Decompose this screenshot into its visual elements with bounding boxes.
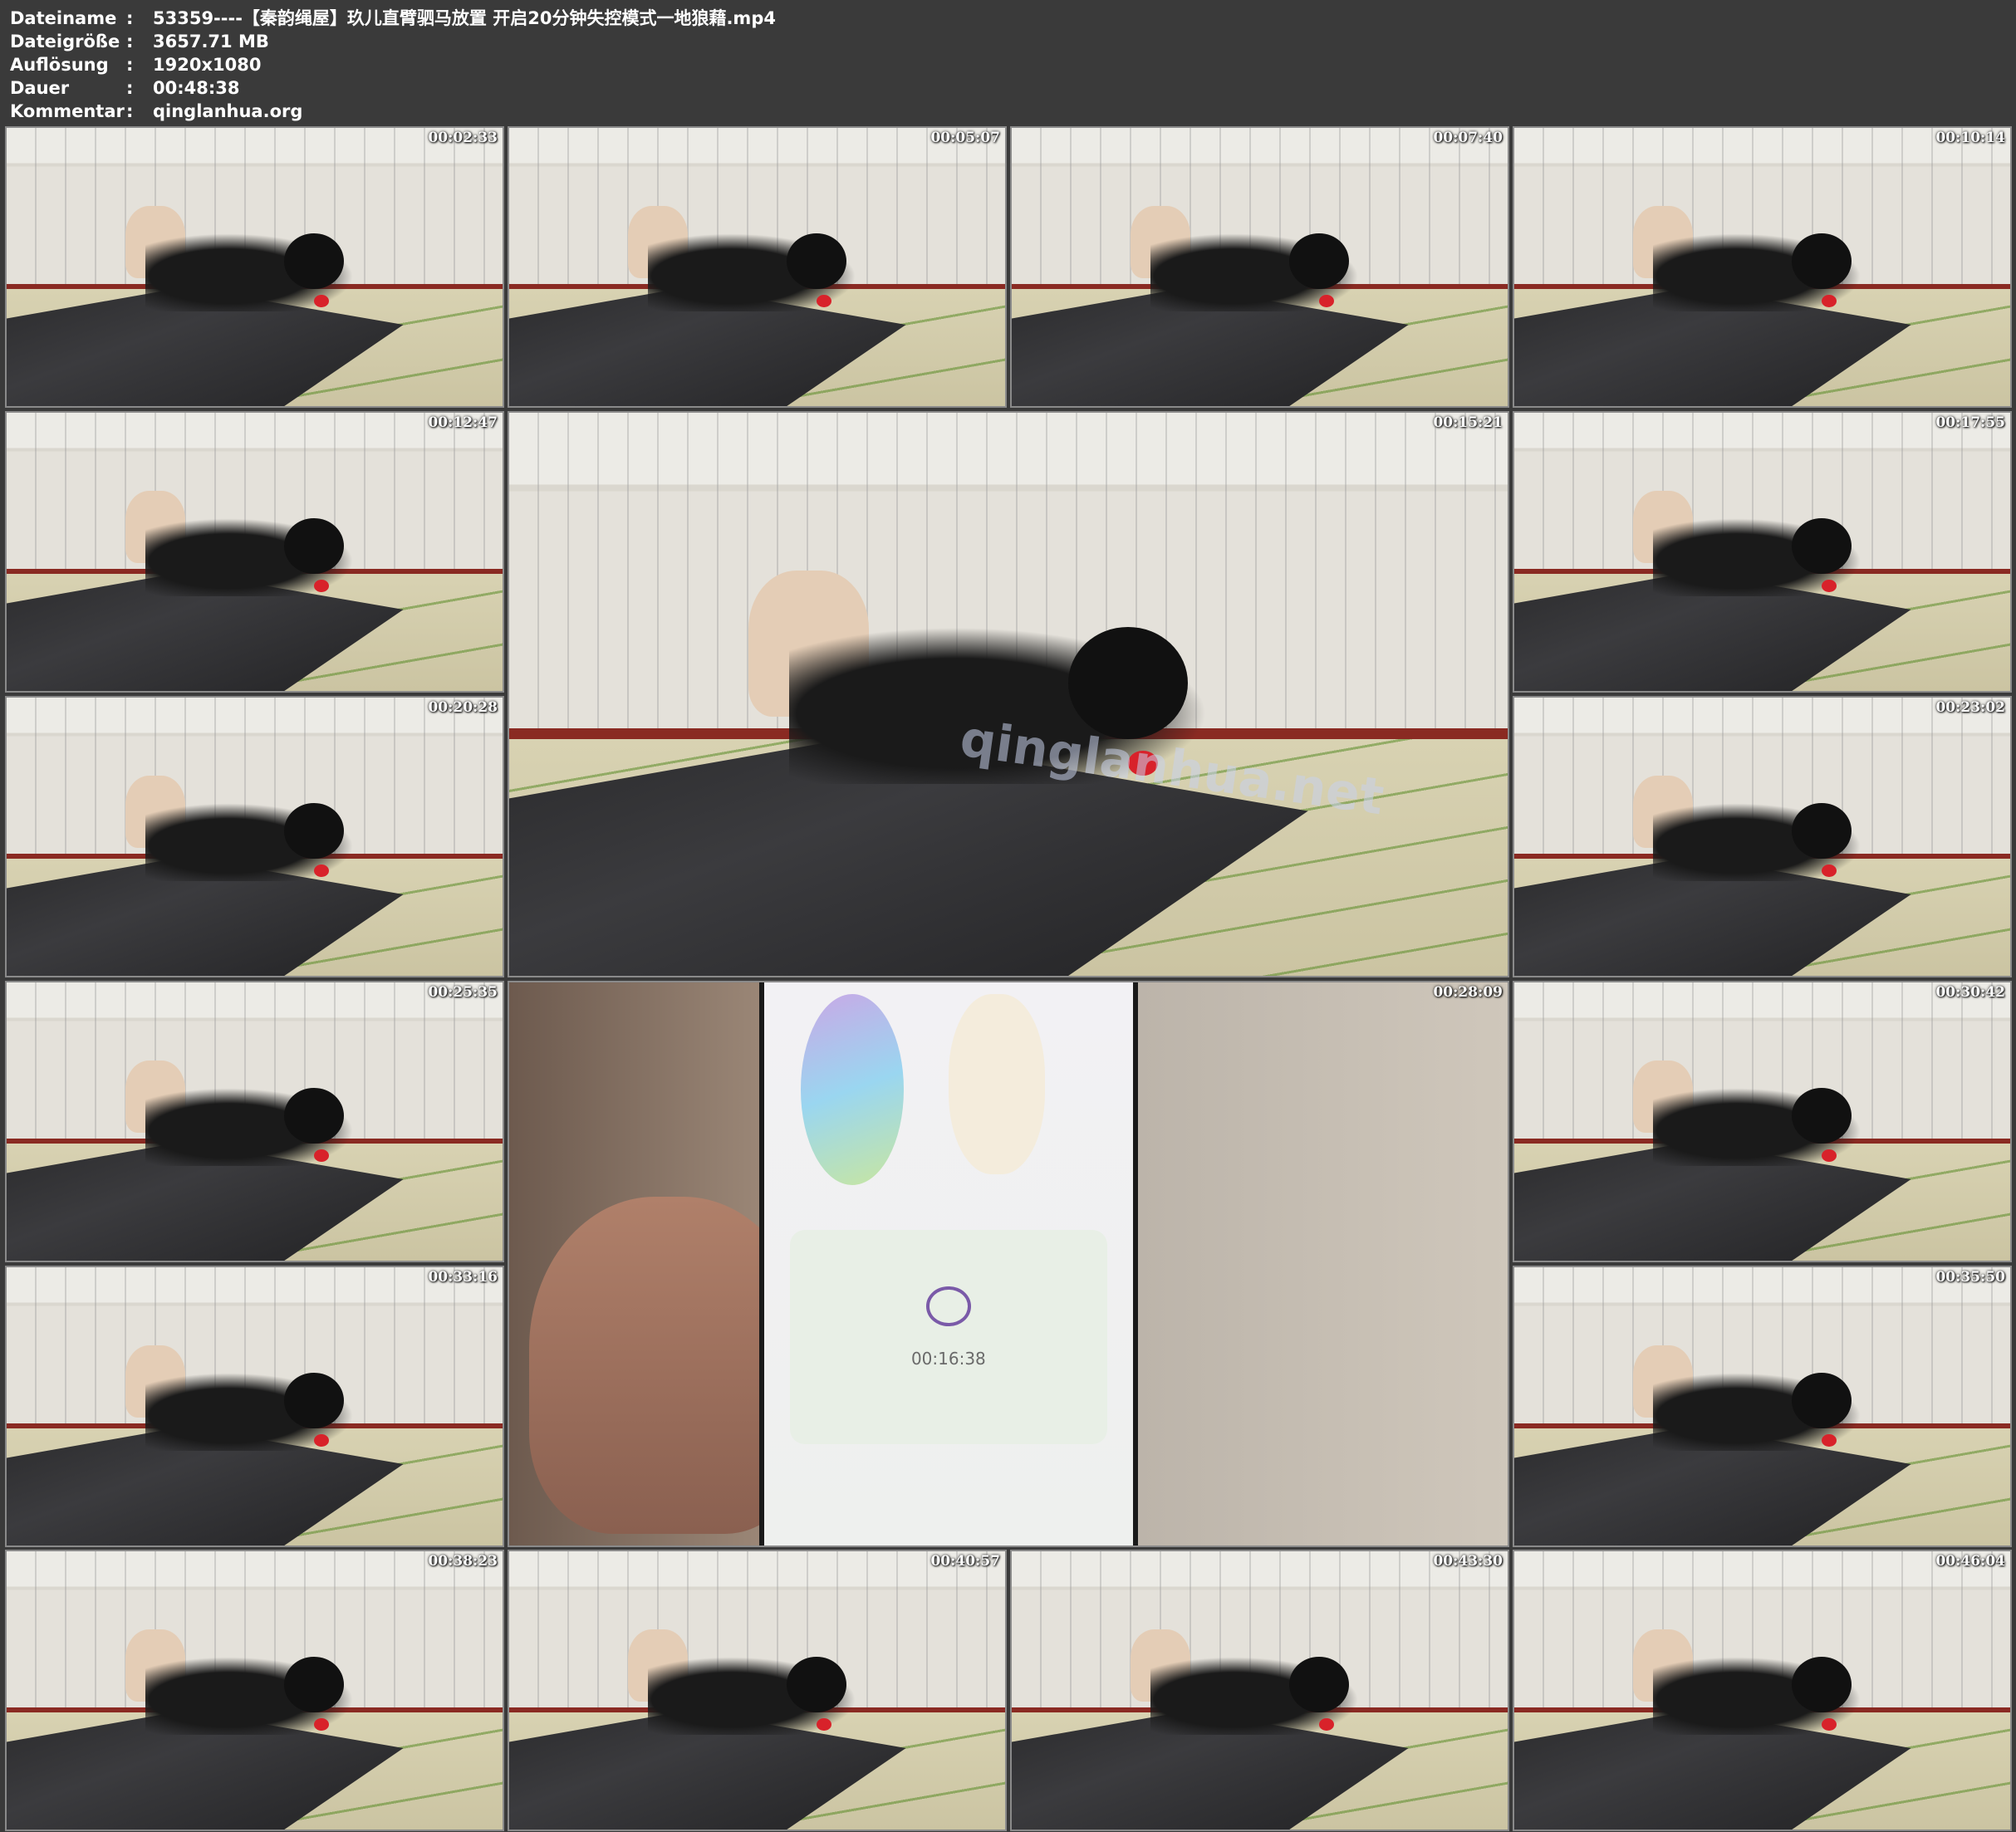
red-ball [1319,295,1335,308]
timestamp: 00:20:28 [428,699,498,716]
info-separator: : [126,8,134,28]
video-thumbnail: 00:33:16 [5,1266,504,1547]
red-ball [314,1149,330,1163]
timestamp: 00:15:21 [1433,414,1503,431]
red-ball [817,1718,832,1732]
timestamp: 00:43:30 [1433,1553,1503,1570]
figure-head [1289,233,1349,290]
figure-head [1792,1657,1852,1713]
info-value: 1920x1080 [153,55,262,75]
figure-head [284,803,344,860]
figure-head [1068,626,1189,740]
figure-head [284,233,344,290]
file-info-panel: Dateiname : 53359----【秦韵绳屋】玖儿直臂驷马放置 开启20… [10,7,776,123]
video-thumbnail: 00:16:38 00:28:09 [508,981,1509,1547]
info-row-duration: Dauer : 00:48:38 [10,76,776,100]
timestamp: 00:17:55 [1935,414,2005,431]
timestamp: 00:25:35 [428,984,498,1001]
red-ball [1822,295,1837,308]
timestamp: 00:40:57 [930,1553,1000,1570]
red-ball [1822,865,1837,878]
timestamp: 00:12:47 [428,414,498,431]
info-value: 53359----【秦韵绳屋】玖儿直臂驷马放置 开启20分钟失控模式一地狼藉.m… [153,8,776,28]
timestamp: 00:28:09 [1433,984,1503,1001]
red-ball [1822,580,1837,593]
info-label: Kommentar [10,101,125,121]
red-ball [1822,1434,1837,1447]
video-thumbnail: 00:30:42 [1513,981,2012,1262]
timestamp: 00:38:23 [428,1553,498,1570]
figure-head [1792,1373,1852,1429]
video-thumbnail: 00:23:02 [1513,696,2012,977]
video-thumbnail: 00:17:55 [1513,411,2012,693]
timestamp: 00:07:40 [1433,130,1503,146]
figure-head [1792,233,1852,290]
device-image [800,993,905,1186]
video-thumbnail: 00:35:50 [1513,1266,2012,1547]
video-thumbnail: 00:02:33 [5,126,504,408]
red-ball [817,295,832,308]
figure-head [284,518,344,575]
video-thumbnail: 00:46:04 [1513,1550,2012,1831]
red-ball [1822,1149,1837,1163]
red-ball [1319,1718,1335,1732]
info-separator: : [126,32,134,51]
info-row-resolution: Auflösung : 1920x1080 [10,53,776,76]
timestamp: 00:05:07 [930,130,1000,146]
timestamp: 00:02:33 [428,130,498,146]
figure-head [1792,803,1852,860]
info-separator: : [126,101,134,121]
red-ball [314,865,330,878]
red-ball [314,295,330,308]
info-value: 00:48:38 [153,78,240,98]
timestamp: 00:30:42 [1935,984,2005,1001]
timestamp: 00:10:14 [1935,130,2005,146]
video-thumbnail: 00:43:30 [1010,1550,1509,1831]
info-value: qinglanhua.org [153,101,303,121]
video-thumbnail: 00:25:35 [5,981,504,1262]
red-ball [314,1434,330,1447]
video-thumbnail: 00:05:07 [508,126,1007,408]
figure-head [787,233,846,290]
phone-screen: 00:16:38 [758,982,1139,1545]
red-ball [314,580,330,593]
lock-card [789,1230,1108,1444]
figure-head [284,1373,344,1429]
video-thumbnail: 00:38:23 [5,1550,504,1831]
timestamp: 00:23:02 [1935,699,2005,716]
info-label: Dateiname [10,8,117,28]
info-separator: : [126,55,134,75]
phone-timer: 00:16:38 [910,1348,986,1369]
lock-icon [926,1286,971,1326]
figure-head [284,1657,344,1713]
red-ball [1822,1718,1837,1732]
figure-head [284,1088,344,1144]
figure-head [1792,1088,1852,1144]
red-ball [314,1718,330,1732]
device-image [948,993,1045,1174]
contact-sheet: Dateiname : 53359----【秦韵绳屋】玖儿直臂驷马放置 开启20… [0,0,2016,1832]
info-row-comment: Kommentar : qinglanhua.org [10,100,776,123]
timestamp: 00:33:16 [428,1269,498,1286]
info-label: Dauer [10,78,70,98]
info-row-filename: Dateiname : 53359----【秦韵绳屋】玖儿直臂驷马放置 开启20… [10,7,776,30]
video-thumbnail: 00:12:47 [5,411,504,693]
video-thumbnail: 00:07:40 [1010,126,1509,408]
timestamp: 00:46:04 [1935,1553,2005,1570]
figure-head [1792,518,1852,575]
figure-head [787,1657,846,1713]
video-thumbnail: 00:40:57 [508,1550,1007,1831]
info-label: Auflösung [10,55,109,75]
video-thumbnail: 00:20:28 [5,696,504,977]
info-label: Dateigröße [10,32,120,51]
timestamp: 00:35:50 [1935,1269,2005,1286]
video-thumbnail: 00:10:14 [1513,126,2012,408]
info-value: 3657.71 MB [153,32,269,51]
info-row-filesize: Dateigröße : 3657.71 MB [10,30,776,53]
video-thumbnail: qinglanhua.net 00:15:21 [508,411,1509,977]
figure-head [1289,1657,1349,1713]
info-separator: : [126,78,134,98]
